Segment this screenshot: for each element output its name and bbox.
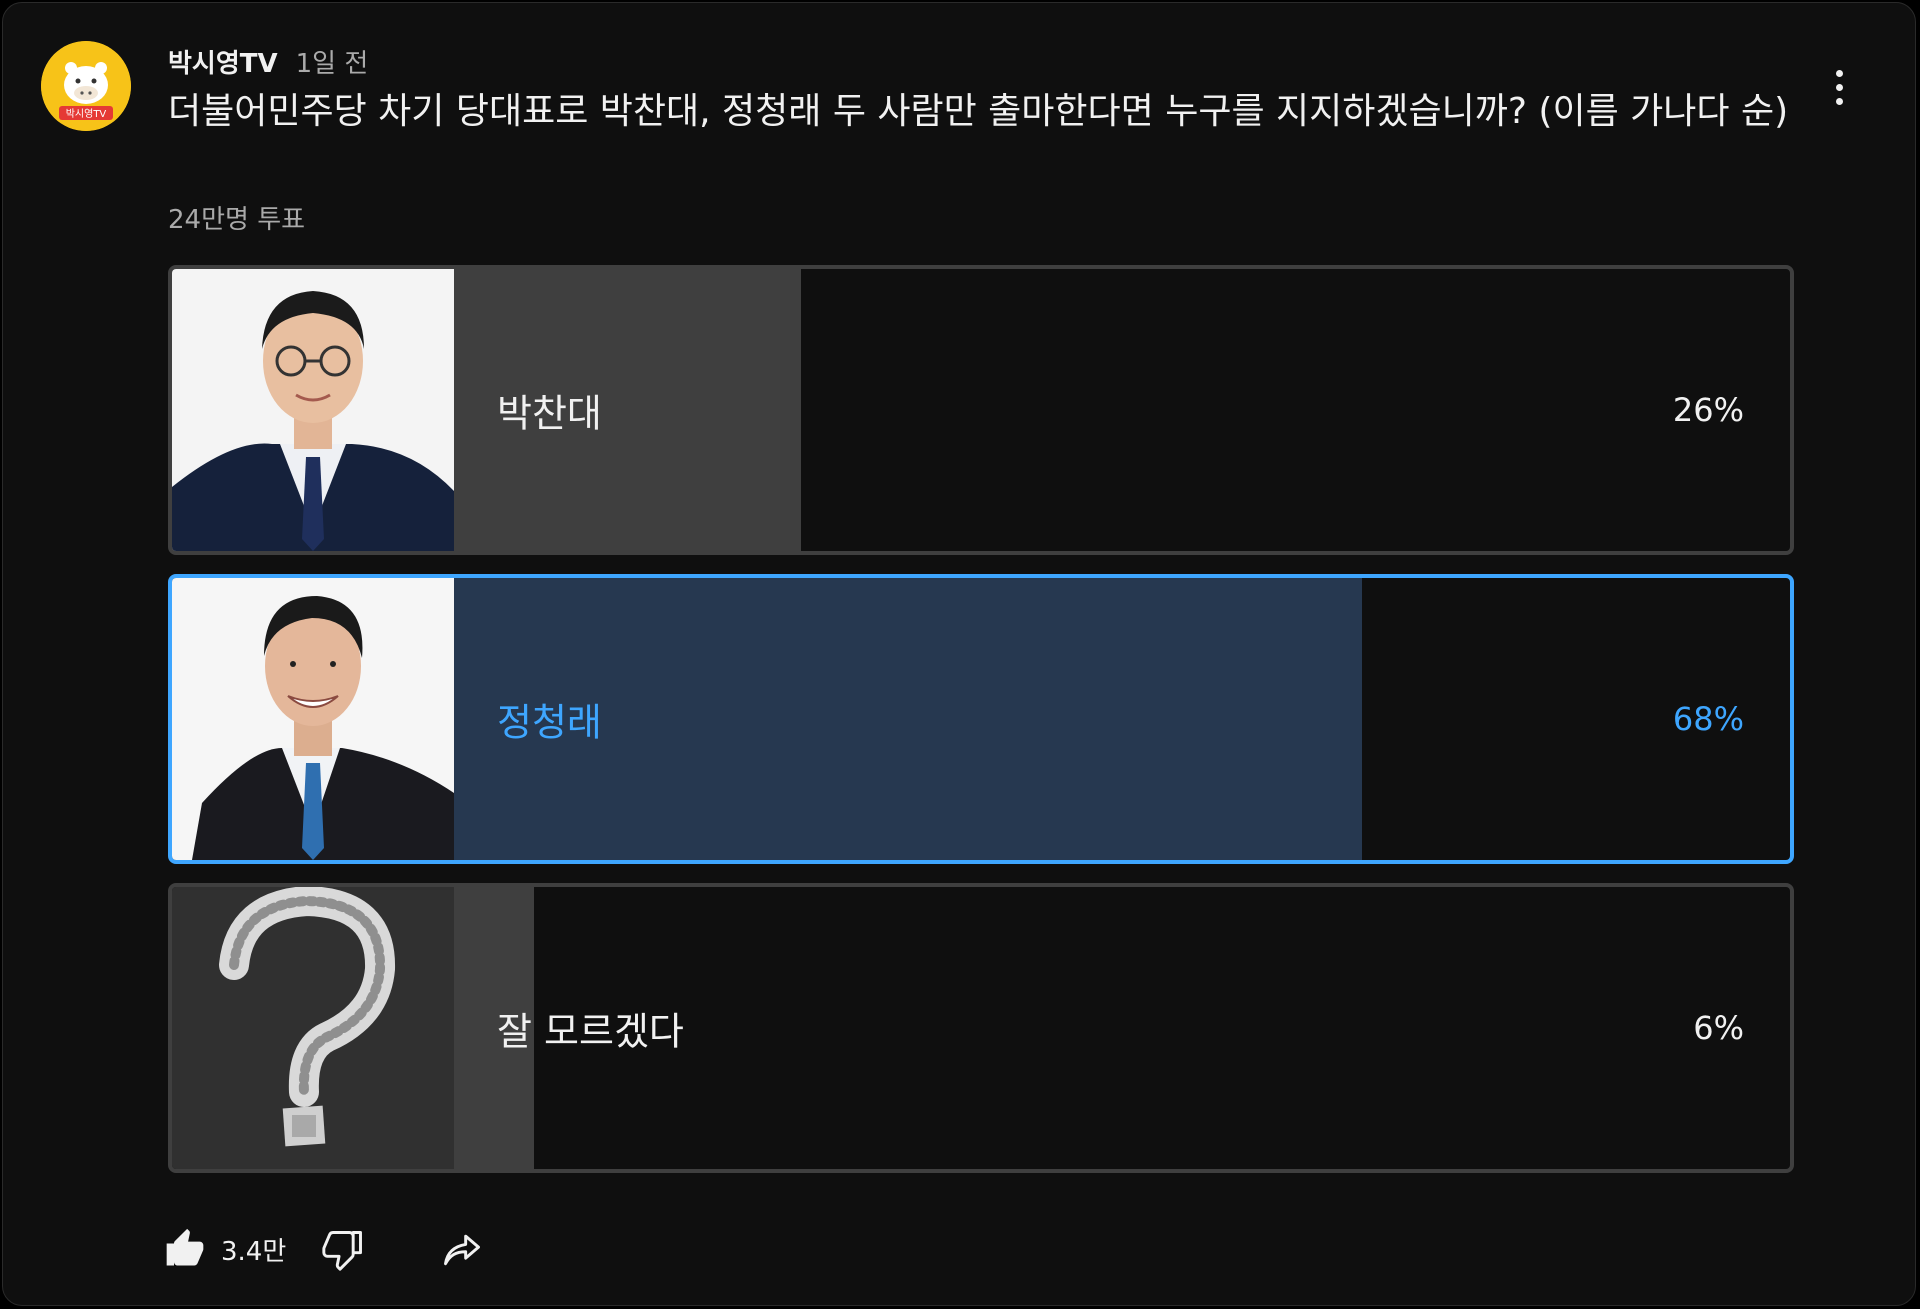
option-label: 박찬대 [497, 391, 602, 436]
channel-name[interactable]: 박시영TV [168, 43, 278, 80]
more-vert-dot [1835, 97, 1843, 105]
more-vert-dot [1835, 83, 1843, 91]
poll-option-jung-cheong-rae[interactable]: 정청래 68% [168, 574, 1794, 864]
channel-avatar[interactable]: 박시영TV [41, 41, 131, 131]
thumbs-up-icon [166, 1228, 204, 1266]
like-count: 3.4만 [221, 1236, 287, 1267]
option-percent: 26% [1672, 391, 1744, 429]
like-button[interactable]: 3.4만 [163, 1227, 322, 1271]
dislike-button[interactable] [322, 1227, 366, 1271]
share-button[interactable] [438, 1227, 486, 1271]
more-vert-icon [1835, 69, 1843, 77]
option-percent: 6% [1693, 1009, 1744, 1047]
poll-option-park-chan-dae[interactable]: 박찬대 26% [168, 265, 1794, 555]
poll-post-card: 박시영TV 박시영TV 1일 전 더불어민주당 차기 당대표로 박찬대, 정청래… [2, 2, 1916, 1306]
poll-option-dont-know[interactable]: 잘 모르겠다 6% [168, 883, 1794, 1173]
option-label: 잘 모르겠다 [497, 1009, 684, 1054]
candidate-photo-park [172, 269, 454, 551]
option-percent: 68% [1672, 700, 1744, 738]
question-mark-chalk-image [172, 887, 454, 1169]
candidate-photo-jung [172, 578, 454, 860]
svg-text:박시영TV: 박시영TV [66, 108, 107, 120]
thumbs-down-icon [322, 1231, 363, 1271]
post-header: 박시영TV 1일 전 [168, 41, 368, 81]
more-actions-button[interactable] [1815, 63, 1863, 111]
post-time[interactable]: 1일 전 [296, 43, 369, 80]
vote-count: 24만명 투표 [168, 205, 306, 235]
hippo-logo-icon: 박시영TV [41, 41, 131, 131]
share-icon [444, 1234, 481, 1266]
poll-question: 더불어민주당 차기 당대표로 박찬대, 정청래 두 사람만 출마한다면 누구를 … [168, 91, 1789, 132]
option-label: 정청래 [497, 700, 602, 745]
post-actions: 3.4만 [163, 1225, 486, 1273]
